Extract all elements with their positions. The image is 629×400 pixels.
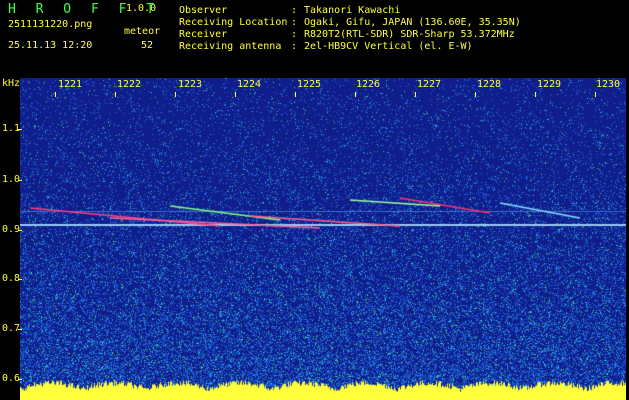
x-tick-1229: 1229 [537, 79, 562, 90]
antenna-label: Receiving antenna [179, 41, 282, 52]
observer-label: Observer [179, 5, 228, 16]
x-tick-mark [535, 92, 536, 97]
x-tick-mark [475, 92, 476, 97]
x-tick-mark [295, 92, 296, 97]
x-tick-1230: 1230 [596, 79, 621, 90]
y-tick-mark [18, 180, 22, 181]
meteor-label: meteor [124, 26, 161, 37]
header-panel: H R O F F T 1.0.0 2511131220.png 25.11.1… [0, 0, 629, 78]
observer-value: Takanori Kawachi [304, 5, 401, 16]
x-tick-mark [235, 92, 236, 97]
datetime-label: 25.11.13 12:20 [8, 40, 93, 51]
filename-label: 2511131220.png [8, 19, 93, 30]
x-tick-1222: 1222 [117, 79, 142, 90]
y-tick-mark [18, 279, 22, 280]
receiver-label: Receiver [179, 29, 228, 40]
x-tick-mark [175, 92, 176, 97]
location-label: Receiving Location [179, 17, 288, 28]
y-axis-unit: kHz [2, 78, 21, 89]
x-tick-1221: 1221 [58, 79, 83, 90]
receiver-value: R820T2(RTL-SDR) SDR-Sharp 53.372MHz [304, 29, 515, 40]
x-tick-1227: 1227 [417, 79, 442, 90]
x-tick-mark [415, 92, 416, 97]
meteor-count: 52 [141, 40, 154, 51]
x-tick-mark [355, 92, 356, 97]
antenna-separator: : [291, 41, 298, 52]
x-tick-1226: 1226 [356, 79, 381, 90]
x-tick-mark [595, 92, 596, 97]
spectrogram-panel [0, 78, 629, 400]
x-tick-mark [55, 92, 56, 97]
location-separator: : [291, 17, 298, 28]
x-tick-1223: 1223 [178, 79, 203, 90]
x-tick-1225: 1225 [297, 79, 322, 90]
app-version: 1.0.0 [126, 3, 157, 14]
x-tick-1224: 1224 [237, 79, 262, 90]
x-tick-1228: 1228 [477, 79, 502, 90]
observer-separator: : [291, 5, 298, 16]
location-value: Ogaki, Gifu, JAPAN (136.60E, 35.35N) [304, 17, 521, 28]
y-tick-mark [18, 230, 22, 231]
y-tick-mark [18, 329, 22, 330]
y-tick-mark [18, 379, 22, 380]
spectrogram-canvas [20, 78, 626, 400]
receiver-separator: : [291, 29, 298, 40]
x-tick-mark [115, 92, 116, 97]
antenna-value: 2el-HB9CV Vertical (el. E-W) [304, 41, 473, 52]
y-tick-mark [18, 129, 22, 130]
